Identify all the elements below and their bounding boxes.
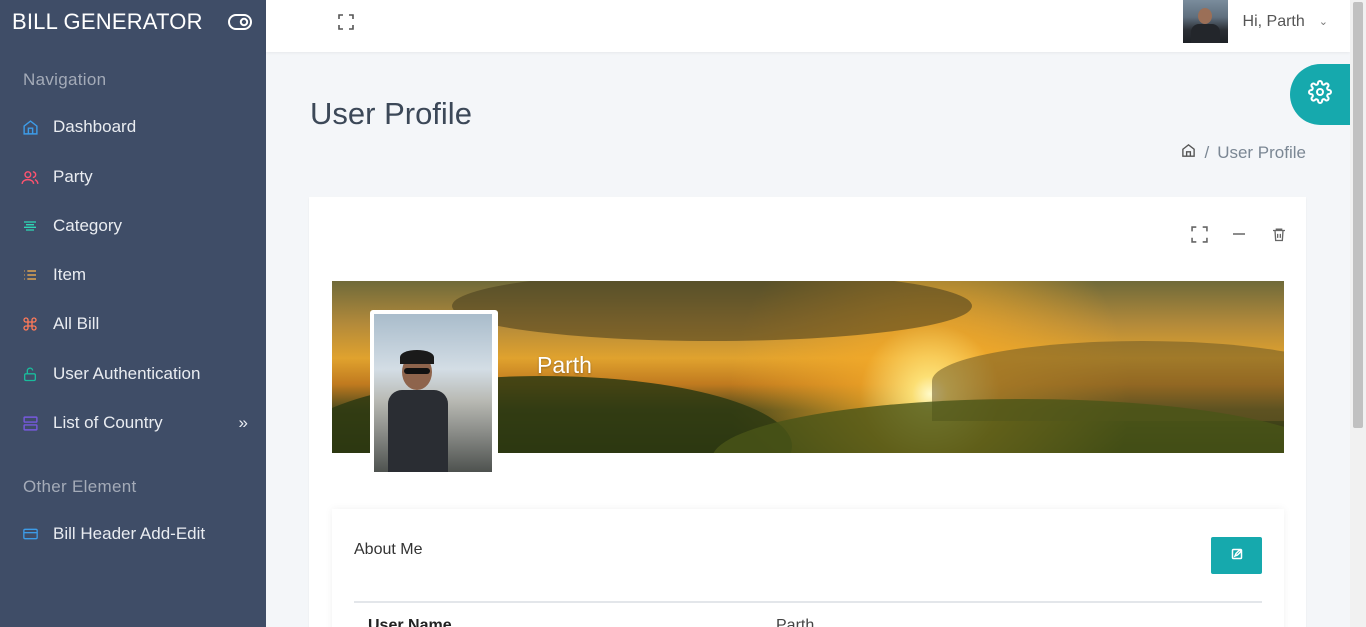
chevron-down-icon: ⌄ — [1318, 16, 1328, 28]
page-scrollbar[interactable] — [1350, 0, 1366, 627]
nav-caption-navigation: Navigation — [23, 70, 107, 89]
sidebar-item-label: Category — [53, 216, 122, 235]
profile-name: Parth — [537, 352, 592, 378]
user-menu[interactable]: Hi, Parth ⌄ — [1182, 0, 1328, 43]
sidebar-item-bill-header-add-edit[interactable]: Bill Header Add-Edit — [0, 514, 266, 554]
sidebar-item-label: All Bill — [53, 314, 100, 333]
home-icon[interactable] — [1181, 143, 1196, 163]
sidebar-item-category[interactable]: Category — [0, 206, 266, 246]
divider — [354, 601, 1262, 603]
trash-icon[interactable] — [1270, 225, 1288, 243]
server-icon — [20, 413, 40, 433]
avatar — [1182, 0, 1228, 43]
profile-card: Parth About Me User Name Parth — [309, 197, 1306, 627]
sidebar-toggle-icon[interactable] — [228, 13, 252, 31]
edit-button[interactable] — [1211, 537, 1262, 574]
field-value-user-name: Parth — [776, 617, 815, 627]
edit-icon — [1231, 547, 1243, 565]
sidebar-item-label: Party — [53, 167, 93, 186]
page-title: User Profile — [310, 96, 472, 131]
brand-bar: BILL GENERATOR — [0, 0, 266, 44]
sidebar-item-dashboard[interactable]: Dashboard — [0, 107, 266, 147]
breadcrumb-separator: / — [1204, 143, 1210, 162]
sidebar-item-label: List of Country — [53, 413, 163, 432]
maximize-icon[interactable] — [1190, 225, 1208, 243]
sidebar-item-user-authentication[interactable]: User Authentication — [0, 354, 266, 394]
gear-icon — [1308, 80, 1332, 109]
about-me-title: About Me — [354, 541, 423, 558]
sidebar-item-all-bill[interactable]: All Bill — [0, 304, 266, 344]
sidebar-item-label: User Authentication — [53, 364, 201, 383]
sidebar-item-label: Item — [53, 265, 87, 284]
about-me-section: About Me User Name Parth — [332, 509, 1284, 627]
sidebar: BILL GENERATOR Navigation Dashboard Part… — [0, 0, 266, 627]
sidebar-item-list-of-country[interactable]: List of Country » — [0, 403, 266, 443]
field-label-user-name: User Name — [368, 617, 452, 627]
unlock-icon — [20, 364, 40, 384]
breadcrumb: / User Profile — [1181, 143, 1306, 163]
sidebar-item-item[interactable]: Item — [0, 255, 266, 295]
user-greeting: Hi, Parth — [1242, 12, 1305, 30]
card-tools — [1190, 225, 1288, 243]
users-icon — [20, 167, 40, 187]
settings-button[interactable] — [1290, 64, 1350, 125]
profile-photo — [370, 310, 498, 472]
chevron-right-icon: » — [238, 413, 248, 432]
app-title: BILL GENERATOR — [12, 9, 203, 34]
scrollbar-thumb[interactable] — [1353, 2, 1363, 428]
home-icon — [20, 117, 40, 137]
top-header: Hi, Parth ⌄ — [266, 0, 1350, 52]
fullscreen-icon[interactable] — [338, 14, 354, 30]
align-center-icon — [20, 216, 40, 236]
credit-card-icon — [20, 524, 40, 544]
command-icon — [20, 314, 40, 334]
sidebar-item-party[interactable]: Party — [0, 157, 266, 197]
breadcrumb-current: User Profile — [1217, 143, 1306, 162]
minimize-icon[interactable] — [1230, 225, 1248, 243]
sidebar-item-label: Dashboard — [53, 117, 137, 136]
nav-caption-other-element: Other Element — [23, 477, 137, 496]
list-icon — [20, 265, 40, 285]
sidebar-item-label: Bill Header Add-Edit — [53, 524, 206, 543]
